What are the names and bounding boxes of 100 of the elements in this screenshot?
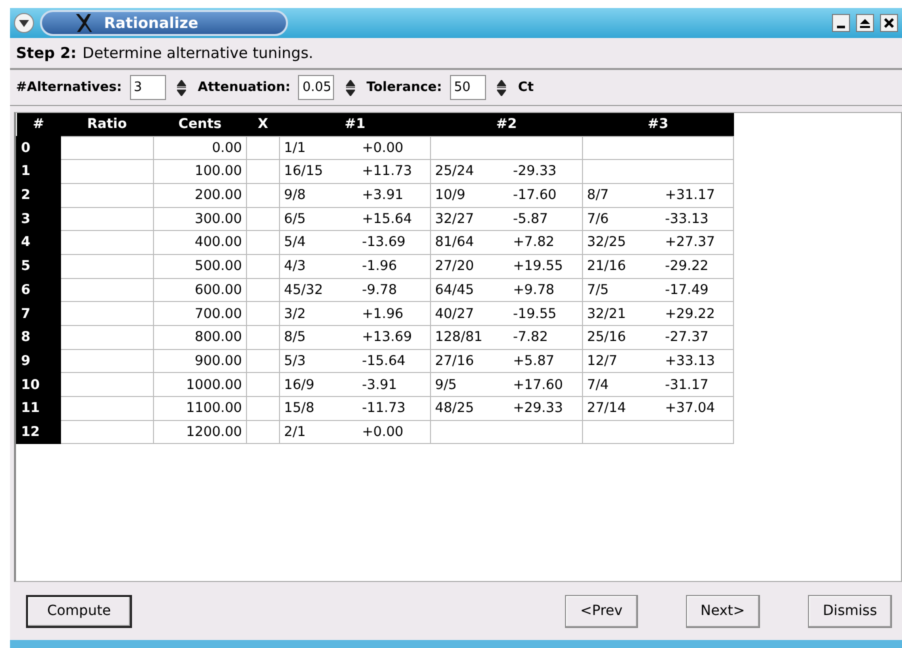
ratio-text: 27/20 xyxy=(435,257,475,276)
deviation-text: +11.73 xyxy=(362,162,412,182)
row-number: 11 xyxy=(16,396,60,420)
deviation-text: +0.00 xyxy=(362,138,404,158)
deviation-text: +19.55 xyxy=(513,257,563,276)
cents-cell: 400.00 xyxy=(154,230,246,254)
window-menu-button[interactable] xyxy=(14,13,34,33)
ratio-cell[interactable] xyxy=(60,278,154,302)
ratio-cell[interactable] xyxy=(60,207,154,231)
column-header: Cents xyxy=(154,113,246,136)
ratio-text: 9/5 xyxy=(435,376,458,395)
ratio-cell[interactable] xyxy=(60,372,154,397)
ratio-cell[interactable] xyxy=(60,420,154,444)
ratio-text: 5/3 xyxy=(284,352,307,371)
deviation-text: -3.91 xyxy=(362,376,397,395)
ratio-cell[interactable] xyxy=(60,396,154,420)
deviation-text: +5.87 xyxy=(513,352,554,371)
step-description: Determine alternative tunings. xyxy=(82,42,314,64)
x-cell[interactable] xyxy=(246,278,280,302)
cents-cell: 1100.00 xyxy=(154,396,246,420)
row-number: 4 xyxy=(16,230,60,254)
deviation-text: -1.96 xyxy=(362,257,397,276)
deviation-text: -17.60 xyxy=(513,186,557,206)
cents-cell: 500.00 xyxy=(154,254,246,278)
cents-cell: 700.00 xyxy=(154,302,246,326)
column-header: #1 xyxy=(280,113,430,136)
row-number: 7 xyxy=(16,302,60,326)
deviation-text: +15.64 xyxy=(362,210,412,229)
ratio-cell[interactable] xyxy=(60,302,154,326)
ratio-text: 8/7 xyxy=(587,186,610,206)
x-cell[interactable] xyxy=(246,302,280,326)
ratio-text: 8/5 xyxy=(284,328,307,348)
row-number: 12 xyxy=(16,420,60,444)
deviation-text: -9.78 xyxy=(362,280,397,300)
deviation-text: -11.73 xyxy=(362,399,406,418)
deviation-text: +31.17 xyxy=(665,186,715,206)
x-cell[interactable] xyxy=(246,254,280,278)
x-cell[interactable] xyxy=(246,326,280,350)
unit-label: Ct xyxy=(518,78,534,97)
x-cell[interactable] xyxy=(246,136,280,160)
ratio-cell[interactable] xyxy=(60,349,154,373)
deviation-text: -13.69 xyxy=(362,233,406,252)
ratio-text: 64/45 xyxy=(435,280,475,300)
ratio-text: 1/1 xyxy=(284,138,307,158)
parameter-label: Attenuation: xyxy=(198,78,290,97)
x-cell[interactable] xyxy=(246,372,280,397)
ratio-cell[interactable] xyxy=(60,136,154,160)
ratio-text: 6/5 xyxy=(284,210,307,229)
ratio-text: 25/16 xyxy=(587,328,627,348)
deviation-text: +17.60 xyxy=(513,376,563,395)
x-cell[interactable] xyxy=(246,396,280,420)
x-cell[interactable] xyxy=(246,160,280,184)
ratio-cell[interactable] xyxy=(60,326,154,350)
ratio-text: 7/4 xyxy=(587,376,610,395)
ratio-cell[interactable] xyxy=(60,254,154,278)
ratio-cell[interactable] xyxy=(60,183,154,208)
dialog-button[interactable]: Next> xyxy=(686,594,760,628)
x-cell[interactable] xyxy=(246,349,280,373)
deviation-text: +3.91 xyxy=(362,186,404,206)
deviation-text: +0.00 xyxy=(362,422,404,442)
ratio-text: 45/32 xyxy=(284,280,324,300)
ratio-text: 27/14 xyxy=(587,399,627,418)
x-cell[interactable] xyxy=(246,230,280,254)
x-cell[interactable] xyxy=(246,420,280,444)
deviation-text: +29.33 xyxy=(513,399,563,418)
caret-icon xyxy=(19,20,29,26)
cents-cell: 900.00 xyxy=(154,349,246,373)
ratio-text: 40/27 xyxy=(435,304,475,324)
x-logo-icon xyxy=(74,13,94,33)
dialog-button[interactable]: Compute xyxy=(26,594,132,628)
deviation-text: +9.78 xyxy=(513,280,554,300)
x-cell[interactable] xyxy=(246,207,280,231)
cents-cell: 100.00 xyxy=(154,160,246,184)
ratio-cell[interactable] xyxy=(60,230,154,254)
x-cell[interactable] xyxy=(246,183,280,208)
ratio-text: 81/64 xyxy=(435,233,475,252)
column-header: #3 xyxy=(582,113,734,136)
column-header: X xyxy=(246,113,280,136)
ratio-text: 21/16 xyxy=(587,257,627,276)
ratio-text: 32/21 xyxy=(587,304,627,324)
ratio-text: 10/9 xyxy=(435,186,466,206)
dialog-button[interactable]: Dismiss xyxy=(808,594,892,628)
ratio-text: 128/81 xyxy=(435,328,484,348)
ratio-text: 3/2 xyxy=(284,304,307,324)
deviation-text: +1.96 xyxy=(362,304,404,324)
ratio-text: 25/24 xyxy=(435,162,475,182)
maximize-button[interactable] xyxy=(856,14,874,32)
ratio-cell[interactable] xyxy=(60,160,154,184)
dialog-button[interactable]: <Prev xyxy=(565,594,638,628)
close-button[interactable] xyxy=(880,14,898,32)
minimize-button[interactable] xyxy=(832,14,850,32)
close-icon xyxy=(884,18,894,28)
ratio-text: 32/27 xyxy=(435,210,475,229)
row-number: 1 xyxy=(16,160,60,184)
row-number: 5 xyxy=(16,254,60,278)
row-number: 6 xyxy=(16,278,60,302)
deviation-text: -7.82 xyxy=(513,328,548,348)
cents-cell: 1200.00 xyxy=(154,420,246,444)
deviation-text: -31.17 xyxy=(665,376,709,395)
deviation-text: -29.33 xyxy=(513,162,557,182)
